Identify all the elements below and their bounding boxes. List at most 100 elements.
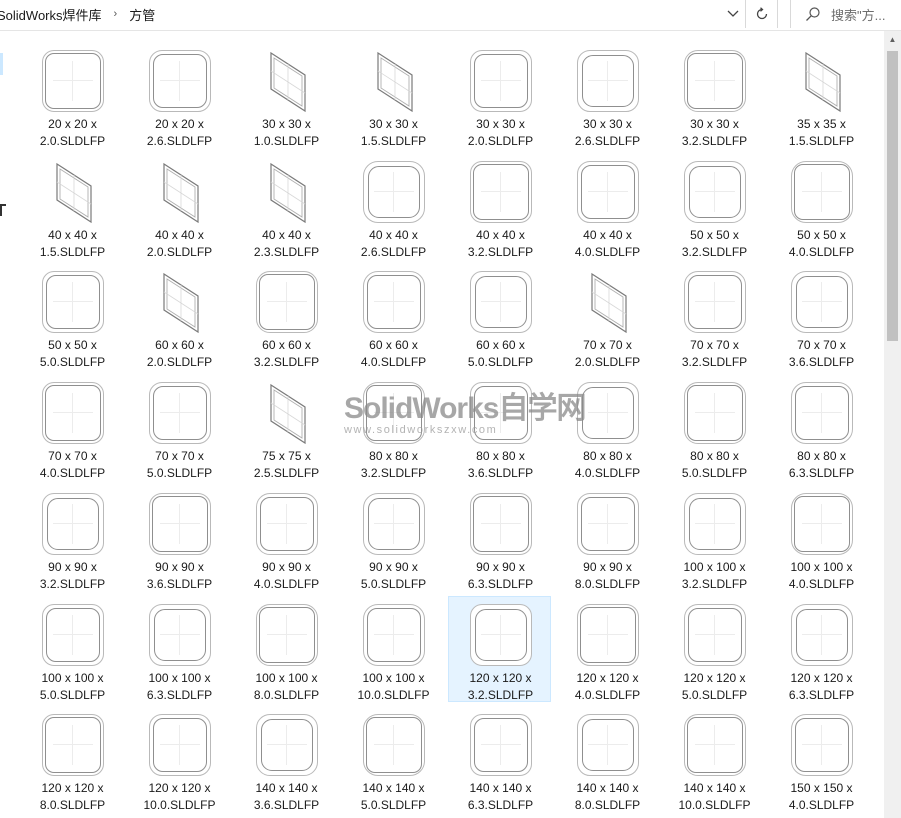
vertical-scrollbar[interactable]: ▲ <box>884 31 901 818</box>
profile-inner-outline <box>581 497 635 551</box>
file-item[interactable]: 140 x 140 x 5.0.SLDLFP <box>341 706 444 812</box>
file-name-line2: 5.0.SLDLFP <box>146 466 213 480</box>
file-name: 70 x 70 x 3.2.SLDLFP <box>663 337 766 371</box>
file-thumbnail <box>790 49 854 113</box>
file-item[interactable]: 90 x 90 x 3.6.SLDLFP <box>127 485 230 591</box>
file-thumbnail <box>469 270 533 334</box>
file-item[interactable]: 70 x 70 x 2.0.SLDLFP <box>555 263 658 369</box>
profile-inner-outline <box>796 609 848 661</box>
file-item[interactable]: 120 x 120 x 8.0.SLDLFP <box>20 706 123 812</box>
file-item[interactable]: 120 x 120 x 10.0.SLDLFP <box>127 706 230 812</box>
search-input[interactable]: 搜索"方... <box>831 5 885 24</box>
profile-inner-outline <box>474 54 528 108</box>
profile-iso-icon <box>163 162 199 224</box>
file-item[interactable]: 90 x 90 x 6.3.SLDLFP <box>448 485 551 591</box>
file-item[interactable]: 80 x 80 x 4.0.SLDLFP <box>555 374 658 480</box>
file-item[interactable]: 20 x 20 x 2.0.SLDLFP <box>20 42 123 148</box>
file-item[interactable]: 35 x 35 x 1.5.SLDLFP <box>769 42 872 148</box>
profile-inner-outline <box>474 718 528 772</box>
file-name-line1: 120 x 120 x <box>469 671 532 685</box>
file-item[interactable]: 80 x 80 x 6.3.SLDLFP <box>769 374 872 480</box>
file-item[interactable]: 75 x 75 x 2.5.SLDLFP <box>234 374 337 480</box>
file-item[interactable]: 50 x 50 x 4.0.SLDLFP <box>769 153 872 259</box>
file-item[interactable]: 140 x 140 x 3.6.SLDLFP <box>234 706 337 812</box>
file-item[interactable]: 80 x 80 x 3.6.SLDLFP <box>448 374 551 480</box>
file-item[interactable]: 30 x 30 x 1.0.SLDLFP <box>234 42 337 148</box>
breadcrumb-square-tube[interactable]: 方管 <box>125 5 159 24</box>
file-item[interactable]: 140 x 140 x 8.0.SLDLFP <box>555 706 658 812</box>
file-name-line1: 140 x 140 x <box>255 781 318 795</box>
file-item[interactable]: 100 x 100 x 3.2.SLDLFP <box>662 485 765 591</box>
file-item[interactable]: 50 x 50 x 5.0.SLDLFP <box>20 263 123 369</box>
file-item[interactable]: 30 x 30 x 3.2.SLDLFP <box>662 42 765 148</box>
file-name: 30 x 30 x 1.0.SLDLFP <box>235 116 338 150</box>
file-item[interactable]: 60 x 60 x 2.0.SLDLFP <box>127 263 230 369</box>
file-thumbnail <box>576 160 640 224</box>
file-item[interactable]: 40 x 40 x 2.0.SLDLFP <box>127 153 230 259</box>
file-name-line1: 140 x 140 x <box>576 781 639 795</box>
file-item[interactable]: 50 x 50 x 3.2.SLDLFP <box>662 153 765 259</box>
file-name-line1: 50 x 50 x <box>690 228 739 242</box>
file-name-line1: 70 x 70 x <box>797 338 846 352</box>
file-item[interactable]: 40 x 40 x 4.0.SLDLFP <box>555 153 658 259</box>
file-item[interactable]: 120 x 120 x 6.3.SLDLFP <box>769 596 872 702</box>
address-history-dropdown[interactable] <box>721 0 745 28</box>
file-item[interactable]: 40 x 40 x 3.2.SLDLFP <box>448 153 551 259</box>
file-name-line2: 8.0.SLDLFP <box>39 798 106 812</box>
address-bar[interactable]: SolidWorks焊件库 › 方管 <box>0 0 746 28</box>
file-item[interactable]: 70 x 70 x 5.0.SLDLFP <box>127 374 230 480</box>
scrollbar-thumb[interactable] <box>887 51 898 341</box>
file-thumbnail <box>148 492 212 556</box>
file-item[interactable]: 40 x 40 x 2.6.SLDLFP <box>341 153 444 259</box>
file-item[interactable]: 100 x 100 x 6.3.SLDLFP <box>127 596 230 702</box>
search-box[interactable]: 搜索"方... <box>790 0 901 28</box>
file-item[interactable]: 60 x 60 x 5.0.SLDLFP <box>448 263 551 369</box>
profile-inner-outline <box>260 497 314 551</box>
file-item[interactable]: 120 x 120 x 5.0.SLDLFP <box>662 596 765 702</box>
profile-inner-outline <box>795 718 849 772</box>
file-item[interactable]: 40 x 40 x 1.5.SLDLFP <box>20 153 123 259</box>
file-item[interactable]: 100 x 100 x 8.0.SLDLFP <box>234 596 337 702</box>
file-name-line2: 8.0.SLDLFP <box>574 577 641 591</box>
file-item[interactable]: 30 x 30 x 2.0.SLDLFP <box>448 42 551 148</box>
file-item[interactable]: 20 x 20 x 2.6.SLDLFP <box>127 42 230 148</box>
file-item[interactable]: 120 x 120 x 3.2.SLDLFP <box>448 596 551 702</box>
file-item[interactable]: 140 x 140 x 10.0.SLDLFP <box>662 706 765 812</box>
file-name: 50 x 50 x 3.2.SLDLFP <box>663 227 766 261</box>
file-name-line1: 100 x 100 x <box>255 671 318 685</box>
file-name-line1: 70 x 70 x <box>155 449 204 463</box>
file-item[interactable]: 90 x 90 x 5.0.SLDLFP <box>341 485 444 591</box>
breadcrumb-solidworks-library[interactable]: SolidWorks焊件库 <box>0 5 106 24</box>
file-item[interactable]: 80 x 80 x 5.0.SLDLFP <box>662 374 765 480</box>
file-item[interactable]: 100 x 100 x 10.0.SLDLFP <box>341 596 444 702</box>
file-item[interactable]: 90 x 90 x 8.0.SLDLFP <box>555 485 658 591</box>
scroll-up-arrow-icon[interactable]: ▲ <box>884 31 901 48</box>
file-item[interactable]: 60 x 60 x 4.0.SLDLFP <box>341 263 444 369</box>
profile-inner-outline <box>367 275 421 329</box>
file-item[interactable]: 30 x 30 x 1.5.SLDLFP <box>341 42 444 148</box>
file-item[interactable]: 90 x 90 x 3.2.SLDLFP <box>20 485 123 591</box>
file-item[interactable]: 70 x 70 x 3.2.SLDLFP <box>662 263 765 369</box>
file-name: 30 x 30 x 1.5.SLDLFP <box>342 116 445 150</box>
file-item[interactable]: 140 x 140 x 6.3.SLDLFP <box>448 706 551 812</box>
file-item[interactable]: 30 x 30 x 2.6.SLDLFP <box>555 42 658 148</box>
breadcrumb-separator-icon[interactable]: › <box>106 8 126 20</box>
file-item[interactable]: 100 x 100 x 5.0.SLDLFP <box>20 596 123 702</box>
file-item[interactable]: 70 x 70 x 3.6.SLDLFP <box>769 263 872 369</box>
profile-inner-outline <box>368 166 420 218</box>
file-item[interactable]: 60 x 60 x 3.2.SLDLFP <box>234 263 337 369</box>
file-name-line1: 90 x 90 x <box>476 560 525 574</box>
file-item[interactable]: 80 x 80 x 3.2.SLDLFP <box>341 374 444 480</box>
file-name-line1: 100 x 100 x <box>790 560 853 574</box>
file-item[interactable]: 40 x 40 x 2.3.SLDLFP <box>234 153 337 259</box>
file-name-line1: 140 x 140 x <box>469 781 532 795</box>
file-item[interactable]: 70 x 70 x 4.0.SLDLFP <box>20 374 123 480</box>
file-item[interactable]: 150 x 150 x 4.0.SLDLFP <box>769 706 872 812</box>
file-name: 75 x 75 x 2.5.SLDLFP <box>235 448 338 482</box>
file-name-line1: 100 x 100 x <box>683 560 746 574</box>
file-item[interactable]: 90 x 90 x 4.0.SLDLFP <box>234 485 337 591</box>
file-item[interactable]: 100 x 100 x 4.0.SLDLFP <box>769 485 872 591</box>
file-thumbnail <box>255 160 319 224</box>
file-item[interactable]: 120 x 120 x 4.0.SLDLFP <box>555 596 658 702</box>
refresh-button[interactable] <box>746 0 778 28</box>
